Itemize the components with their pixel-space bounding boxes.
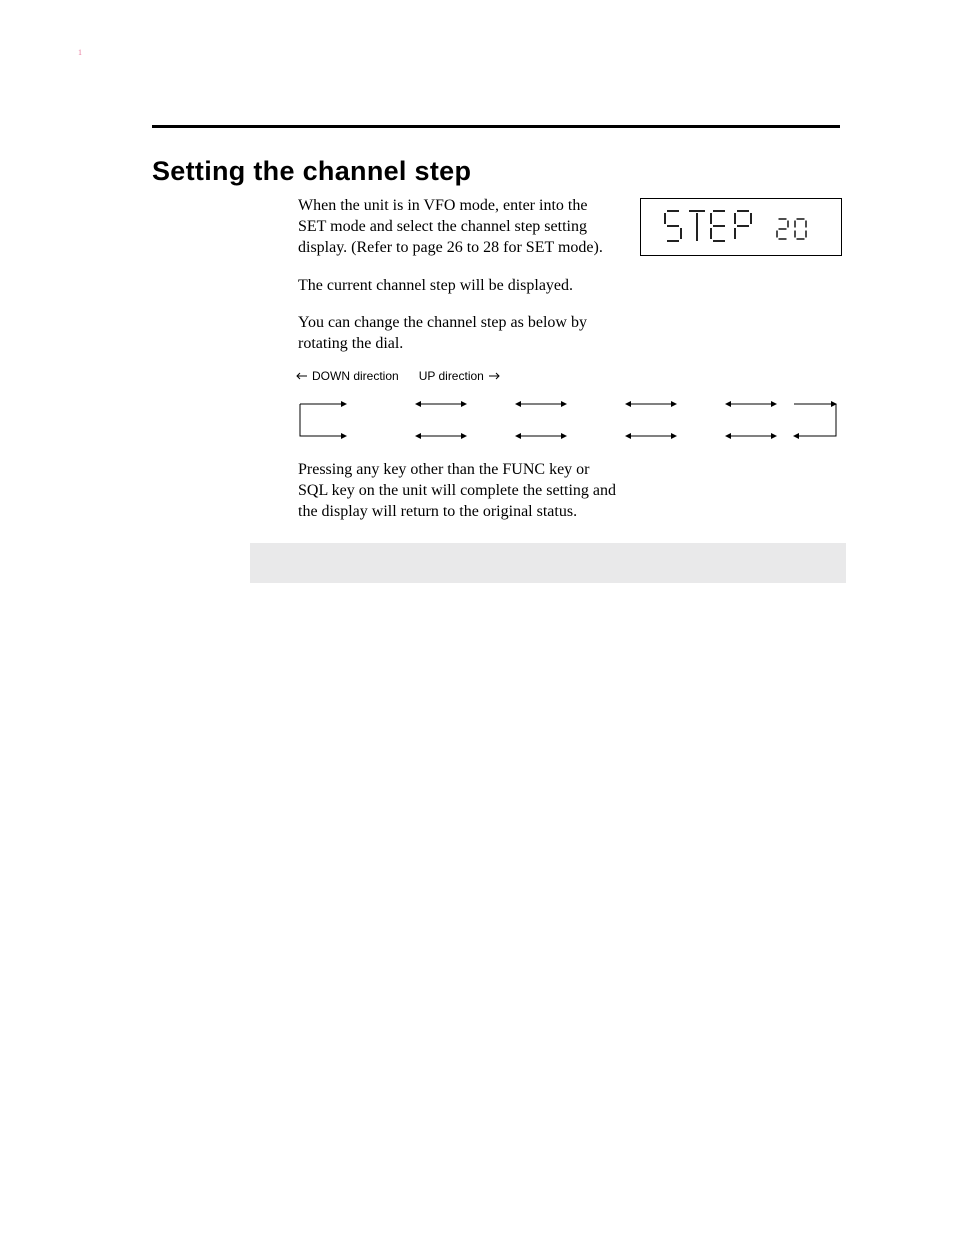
up-direction-label: UP direction <box>419 369 500 383</box>
up-direction-text: UP direction <box>419 369 484 383</box>
page-mark: 1 <box>78 48 82 57</box>
lcd-seven-segment <box>651 205 831 249</box>
direction-labels: DOWN direction UP direction <box>296 369 500 383</box>
body-paragraph-3: You can change the channel step as below… <box>298 313 618 355</box>
arrow-left-icon <box>296 372 308 380</box>
body-paragraph-4: Pressing any key other than the FUNC key… <box>298 460 618 522</box>
grey-band <box>250 543 846 583</box>
body-paragraph-2: The current channel step will be display… <box>298 276 618 297</box>
step-flow-diagram <box>296 388 840 448</box>
arrow-right-icon <box>488 372 500 380</box>
horizontal-rule <box>152 125 840 128</box>
page-title: Setting the channel step <box>152 156 471 187</box>
body-paragraph-1: When the unit is in VFO mode, enter into… <box>298 196 618 258</box>
lcd-display <box>640 198 842 256</box>
down-direction-text: DOWN direction <box>312 369 399 383</box>
down-direction-label: DOWN direction <box>296 369 399 383</box>
